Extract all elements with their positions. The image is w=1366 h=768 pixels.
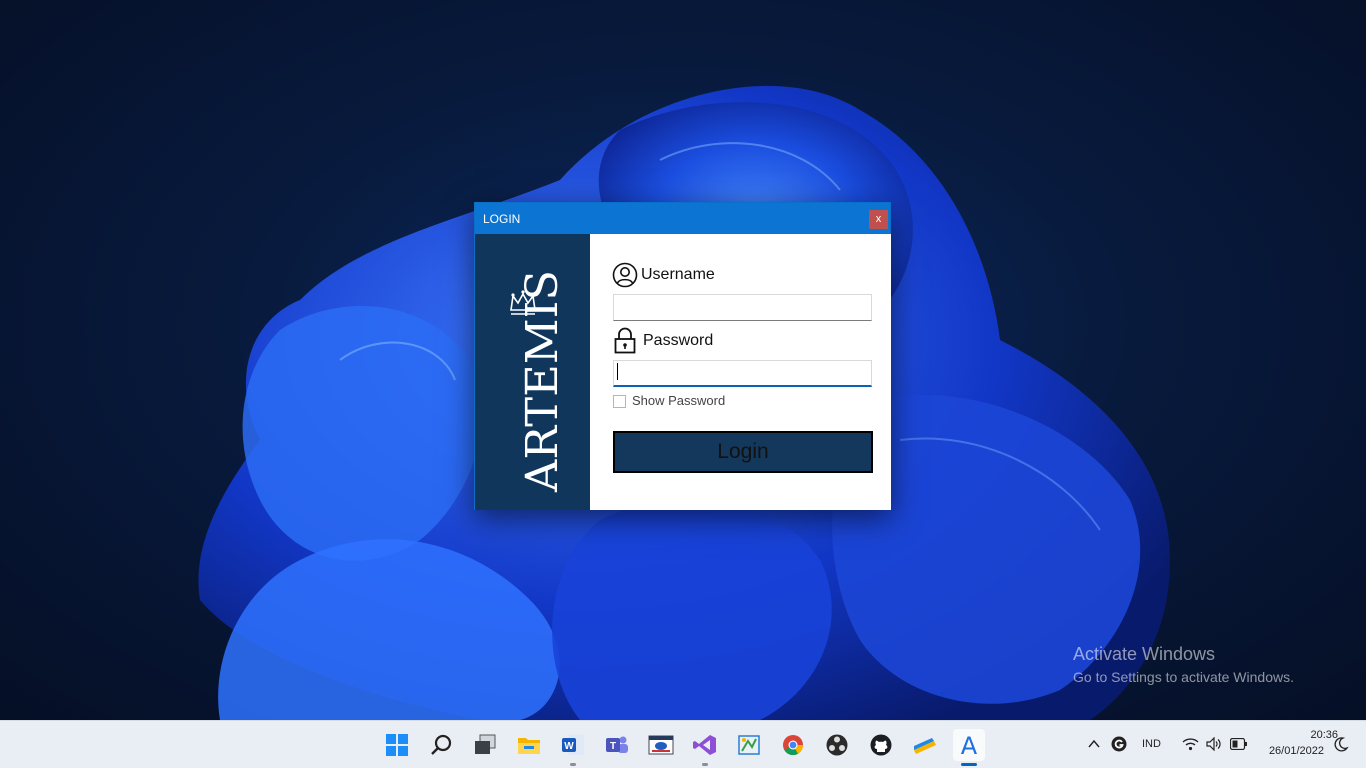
lock-icon — [614, 327, 636, 354]
logo-wordmark: ARTEMIS — [517, 270, 568, 493]
wifi-icon[interactable] — [1182, 737, 1199, 751]
user-icon — [612, 262, 638, 288]
github-button[interactable] — [865, 729, 897, 761]
svg-text:T: T — [610, 741, 616, 752]
language-indicator[interactable]: IND — [1142, 738, 1161, 750]
running-indicator — [702, 763, 708, 766]
taskbar: W T A — [0, 720, 1366, 768]
active-indicator — [961, 763, 977, 766]
login-form: Username Password Show Password Login — [590, 234, 891, 510]
obs-icon — [826, 734, 848, 756]
close-button[interactable]: x — [869, 210, 888, 229]
app-window-icon — [648, 735, 674, 755]
word-icon: W — [562, 735, 584, 755]
brand-panel: ARTEMIS — [475, 234, 590, 510]
password-label: Password — [643, 332, 714, 349]
artemis-app-button[interactable]: A — [953, 729, 985, 766]
show-password-checkbox[interactable] — [613, 395, 626, 408]
visual-studio-button[interactable] — [689, 729, 721, 766]
start-button[interactable] — [381, 729, 413, 761]
file-explorer-button[interactable] — [513, 729, 545, 761]
notes-icon — [914, 738, 936, 754]
volume-icon[interactable] — [1206, 737, 1222, 751]
password-input[interactable] — [613, 360, 872, 387]
svg-text:W: W — [564, 741, 574, 752]
login-button[interactable]: Login — [613, 431, 873, 473]
window-title: LOGIN — [483, 212, 521, 226]
visual-studio-icon — [693, 735, 716, 755]
artemis-app-icon: A — [961, 732, 978, 758]
show-password-label[interactable]: Show Password — [632, 393, 725, 408]
username-label: Username — [641, 266, 715, 283]
chrome-button[interactable] — [777, 729, 809, 761]
text-caret — [617, 363, 618, 380]
notes-button[interactable] — [909, 729, 941, 761]
task-view-icon — [475, 734, 496, 754]
snipping-icon — [738, 735, 760, 755]
word-button[interactable]: W — [557, 729, 589, 766]
teams-button[interactable]: T — [601, 729, 633, 761]
svg-text:A: A — [961, 732, 978, 758]
clock-date[interactable]: 26/01/2022 — [1256, 745, 1324, 757]
activate-windows-subtitle: Go to Settings to activate Windows. — [1073, 669, 1294, 685]
chrome-icon — [783, 735, 804, 756]
search-icon — [431, 734, 452, 755]
artemis-logo: ARTEMIS — [510, 270, 568, 493]
title-bar[interactable]: LOGIN x — [475, 203, 890, 234]
grammarly-icon[interactable] — [1111, 736, 1127, 752]
teams-icon: T — [606, 736, 628, 753]
start-icon — [386, 734, 408, 756]
github-icon — [870, 734, 892, 756]
running-indicator — [570, 763, 576, 766]
chevron-up-icon[interactable] — [1087, 737, 1101, 751]
task-view-button[interactable] — [469, 729, 501, 761]
login-dialog: LOGIN x ARTEMIS Username Password Show P… — [474, 202, 891, 510]
clock-time[interactable]: 20:36 — [1286, 729, 1338, 741]
search-button[interactable] — [425, 729, 457, 761]
file-explorer-icon — [518, 738, 540, 754]
app-window-button[interactable] — [645, 729, 677, 761]
obs-button[interactable] — [821, 729, 853, 761]
username-input[interactable] — [613, 294, 872, 321]
battery-icon[interactable] — [1230, 738, 1248, 750]
activate-windows-title: Activate Windows — [1073, 644, 1216, 664]
snipping-button[interactable] — [733, 729, 765, 761]
focus-assist-moon-icon[interactable] — [1333, 736, 1349, 752]
